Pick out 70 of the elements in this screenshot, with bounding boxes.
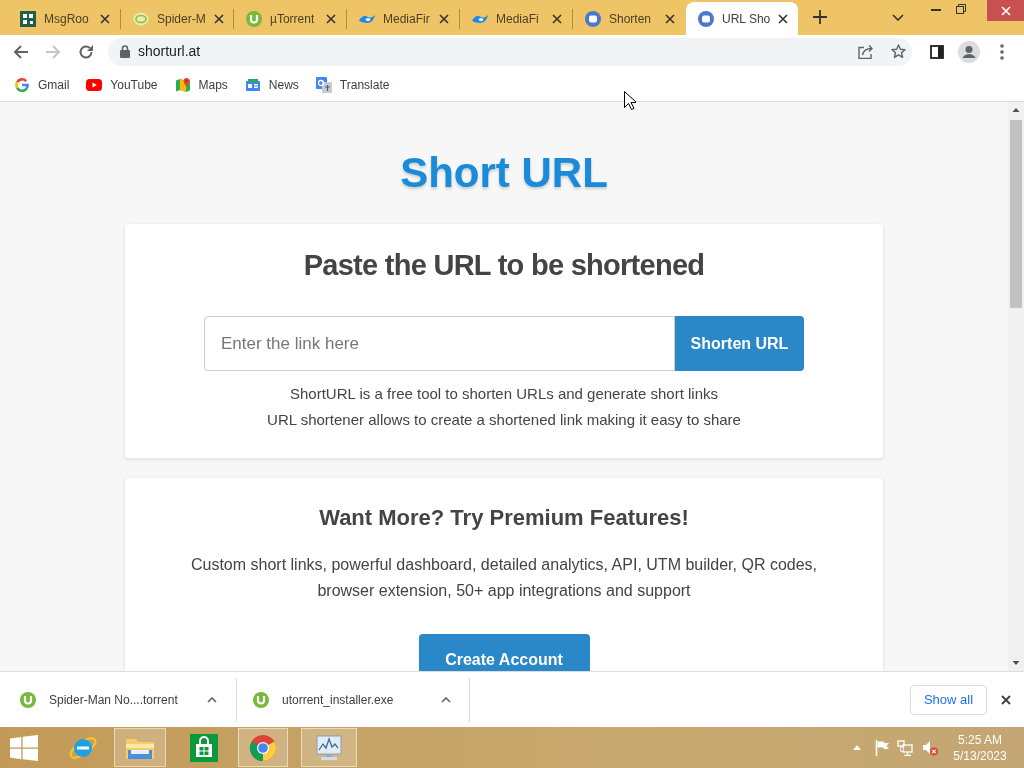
play-logo-icon [86,76,103,93]
browser-tab[interactable]: MediaFir [347,2,459,35]
bookmark[interactable]: Gmail [14,75,70,94]
page-title: Short URL [400,149,608,197]
bookmark[interactable]: News [244,75,299,94]
caret-up-icon[interactable] [441,696,451,703]
download-item[interactable]: Spider-Man No....torrent [0,677,237,722]
premium-description: Custom short links, powerful dashboard, detailed analytics, API, UTM builder, QR codes, browser extension, 50+ app integrations and support [189,555,819,601]
taskbar-app[interactable] [114,728,166,767]
close-icon[interactable] [778,13,789,24]
url-input[interactable]: Enter the link here [204,316,675,371]
four-panes-icon[interactable] [10,734,38,761]
close-button[interactable] [987,0,1024,21]
clock-time: 5:25 AM [958,731,1002,748]
monitor-chart-icon [314,733,344,762]
speaker-muted-icon[interactable] [922,739,938,756]
browser-tab[interactable]: Spider-M [121,2,233,35]
star-icon[interactable] [891,44,906,59]
restore-icon[interactable] [956,4,966,14]
circle-logo-icon [585,10,601,27]
caret-up-icon[interactable] [207,696,217,703]
browser-logo-icon [249,733,277,762]
description-text: URL shortener allows to create a shortened link making it easy to share [267,410,741,430]
clock-date: 5/13/2023 [953,747,1007,764]
card-heading: Want More? Try Premium Features! [319,504,689,532]
g-logo-icon [14,76,30,93]
u-logo-icon [246,10,262,27]
browser-tab[interactable]: MediaFi [460,2,572,35]
card-heading: Paste the URL to be shortened [303,248,705,283]
u-logo-icon [253,691,269,708]
close-icon[interactable] [439,13,449,24]
oval-logo-icon [133,10,149,27]
plus-icon[interactable] [813,10,827,24]
close-icon[interactable] [100,13,110,24]
browser-tab[interactable]: µTorrent [234,2,346,35]
avatar-icon[interactable] [958,40,980,63]
show-all-button[interactable]: Show all [910,684,987,715]
newspaper-icon [244,76,261,93]
menu-icon[interactable] [1000,43,1004,60]
description-text: ShortURL is a free tool to shorten URLs and generate short links [290,384,718,404]
translate-icon [315,76,332,93]
create-account-button[interactable]: Create Account [418,634,590,671]
taskbar-app[interactable] [238,728,288,767]
close-icon[interactable] [1001,694,1011,705]
download-item[interactable]: utorrent_installer.exe [237,677,470,722]
share-icon[interactable] [858,44,874,59]
address-bar[interactable]: shorturl.at [108,37,912,66]
shopping-bag-icon [190,733,218,762]
map-pin-icon [174,76,191,93]
scrollbar[interactable] [1008,102,1024,671]
bookmark[interactable]: Translate [315,75,390,94]
u-logo-icon [20,691,36,708]
close-icon[interactable] [552,13,562,24]
back-arrow-icon[interactable] [13,43,29,60]
browser-tab[interactable]: MsgRoo [8,2,120,35]
side-panel-icon[interactable] [930,44,944,59]
reload-icon[interactable] [78,43,94,60]
close-icon[interactable] [326,13,336,24]
lock-icon [120,45,130,58]
bookmark[interactable]: Maps [174,75,228,94]
chevron-down-icon[interactable] [892,14,904,21]
close-icon[interactable] [665,13,675,24]
circle-logo-icon [698,10,714,27]
close-icon [1000,5,1011,16]
close-icon[interactable] [213,13,224,24]
browser-tab[interactable]: Shorten [573,2,685,35]
shorten-button[interactable]: Shorten URL [675,316,804,371]
qr-code-icon [20,10,36,27]
browser-tab[interactable]: URL Sho [686,2,798,35]
bookmark[interactable]: YouTube [86,75,158,94]
